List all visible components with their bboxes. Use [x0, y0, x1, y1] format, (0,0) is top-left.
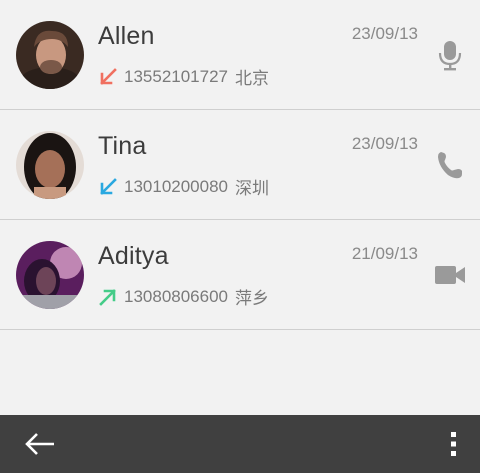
call-date: 21/09/13 [351, 244, 418, 263]
call-details: 13010200080 深圳 [98, 174, 269, 199]
bottom-action-bar [0, 415, 480, 473]
avatar [16, 21, 84, 89]
call-log-list: Allen 23/09/13 13552101727 北京 Tina 23/09… [0, 0, 480, 330]
avatar [16, 131, 84, 199]
call-location: 萍乡 [235, 289, 270, 308]
call-details: 13552101727 北京 [98, 64, 269, 89]
phone-number: 13080806600 [124, 286, 229, 306]
call-log-item-tina[interactable]: Tina 23/09/13 13010200080 深圳 [0, 110, 480, 220]
phone-number: 13010200080 [124, 176, 229, 196]
contact-name: Tina [98, 132, 147, 160]
call-log-item-aditya[interactable]: Aditya 21/09/13 13080806600 萍乡 [0, 220, 480, 330]
phone-number: 13552101727 [124, 66, 229, 86]
call-location: 北京 [235, 69, 270, 88]
call-date: 23/09/13 [351, 24, 418, 43]
outgoing-call-arrow-icon [98, 287, 118, 307]
phone-icon[interactable] [434, 149, 466, 181]
video-camera-icon[interactable] [434, 259, 466, 291]
call-details: 13080806600 萍乡 [98, 284, 269, 309]
call-log-item-allen[interactable]: Allen 23/09/13 13552101727 北京 [0, 0, 480, 110]
microphone-icon[interactable] [434, 39, 466, 71]
call-date: 23/09/13 [351, 134, 418, 153]
more-options-icon[interactable] [446, 430, 462, 458]
missed-call-arrow-icon [98, 67, 118, 87]
avatar [16, 241, 84, 309]
contact-name: Aditya [98, 242, 169, 270]
contact-name: Allen [98, 22, 155, 50]
incoming-call-arrow-icon [98, 177, 118, 197]
back-arrow-icon[interactable] [24, 430, 56, 458]
call-location: 深圳 [235, 179, 270, 198]
